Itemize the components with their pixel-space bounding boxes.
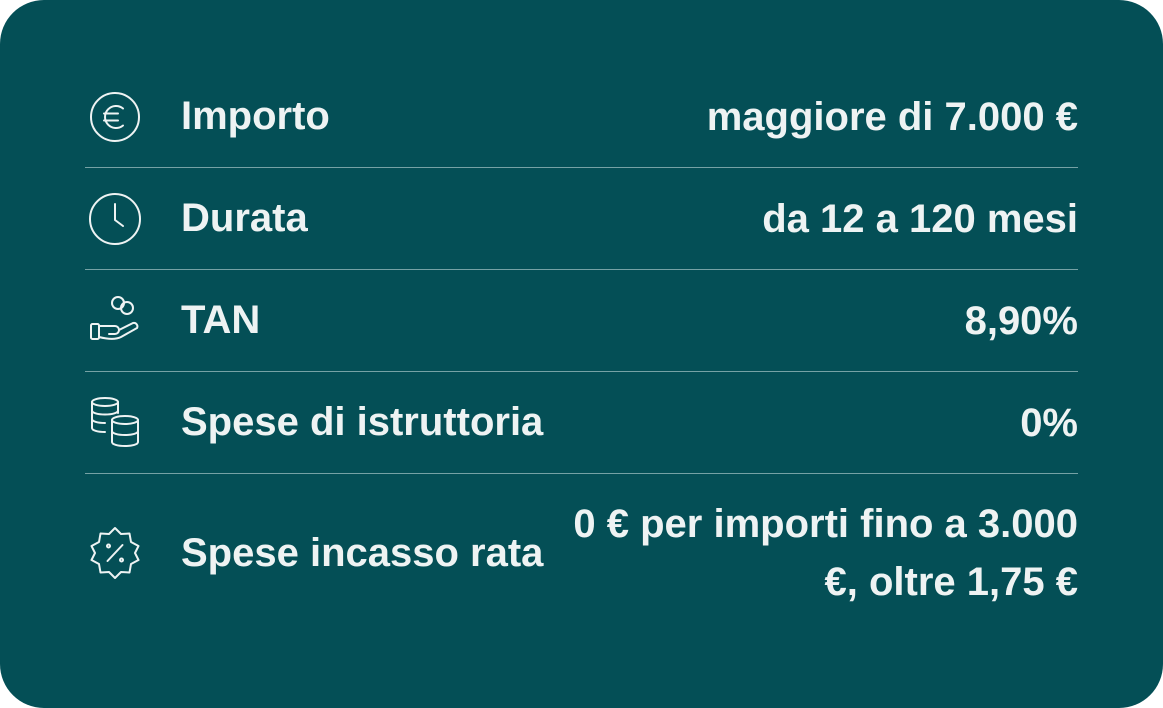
info-row-durata: Durata da 12 a 120 mesi — [85, 168, 1078, 270]
row-value: 8,90% — [964, 298, 1078, 343]
row-value: 0 € per importi fino a 3.000 €, oltre 1,… — [573, 502, 1078, 604]
euro-circle-icon — [85, 86, 147, 148]
row-label: Spese incasso rata — [181, 530, 544, 575]
loan-info-card: Importo maggiore di 7.000 € Durata da 12… — [0, 0, 1163, 708]
row-label: Durata — [181, 196, 308, 240]
info-row-importo: Importo maggiore di 7.000 € — [85, 66, 1078, 168]
row-label: Importo — [181, 94, 330, 138]
hand-coins-icon — [85, 290, 147, 352]
info-row-tan: TAN 8,90% — [85, 270, 1078, 372]
info-rows: Importo maggiore di 7.000 € Durata da 12… — [85, 66, 1078, 632]
discount-badge-icon — [85, 522, 147, 584]
row-label: TAN — [181, 298, 261, 342]
row-value: da 12 a 120 mesi — [762, 196, 1078, 241]
coin-stacks-icon — [85, 392, 147, 454]
info-row-spese-incasso-rata: Spese incasso rata 0 € per importi fino … — [85, 474, 1078, 632]
row-value: maggiore di 7.000 € — [706, 94, 1078, 139]
row-label: Spese di istruttoria — [181, 400, 544, 444]
info-row-spese-istruttoria: Spese di istruttoria 0% — [85, 372, 1078, 474]
clock-icon — [85, 188, 147, 250]
row-value: 0% — [1020, 400, 1078, 445]
